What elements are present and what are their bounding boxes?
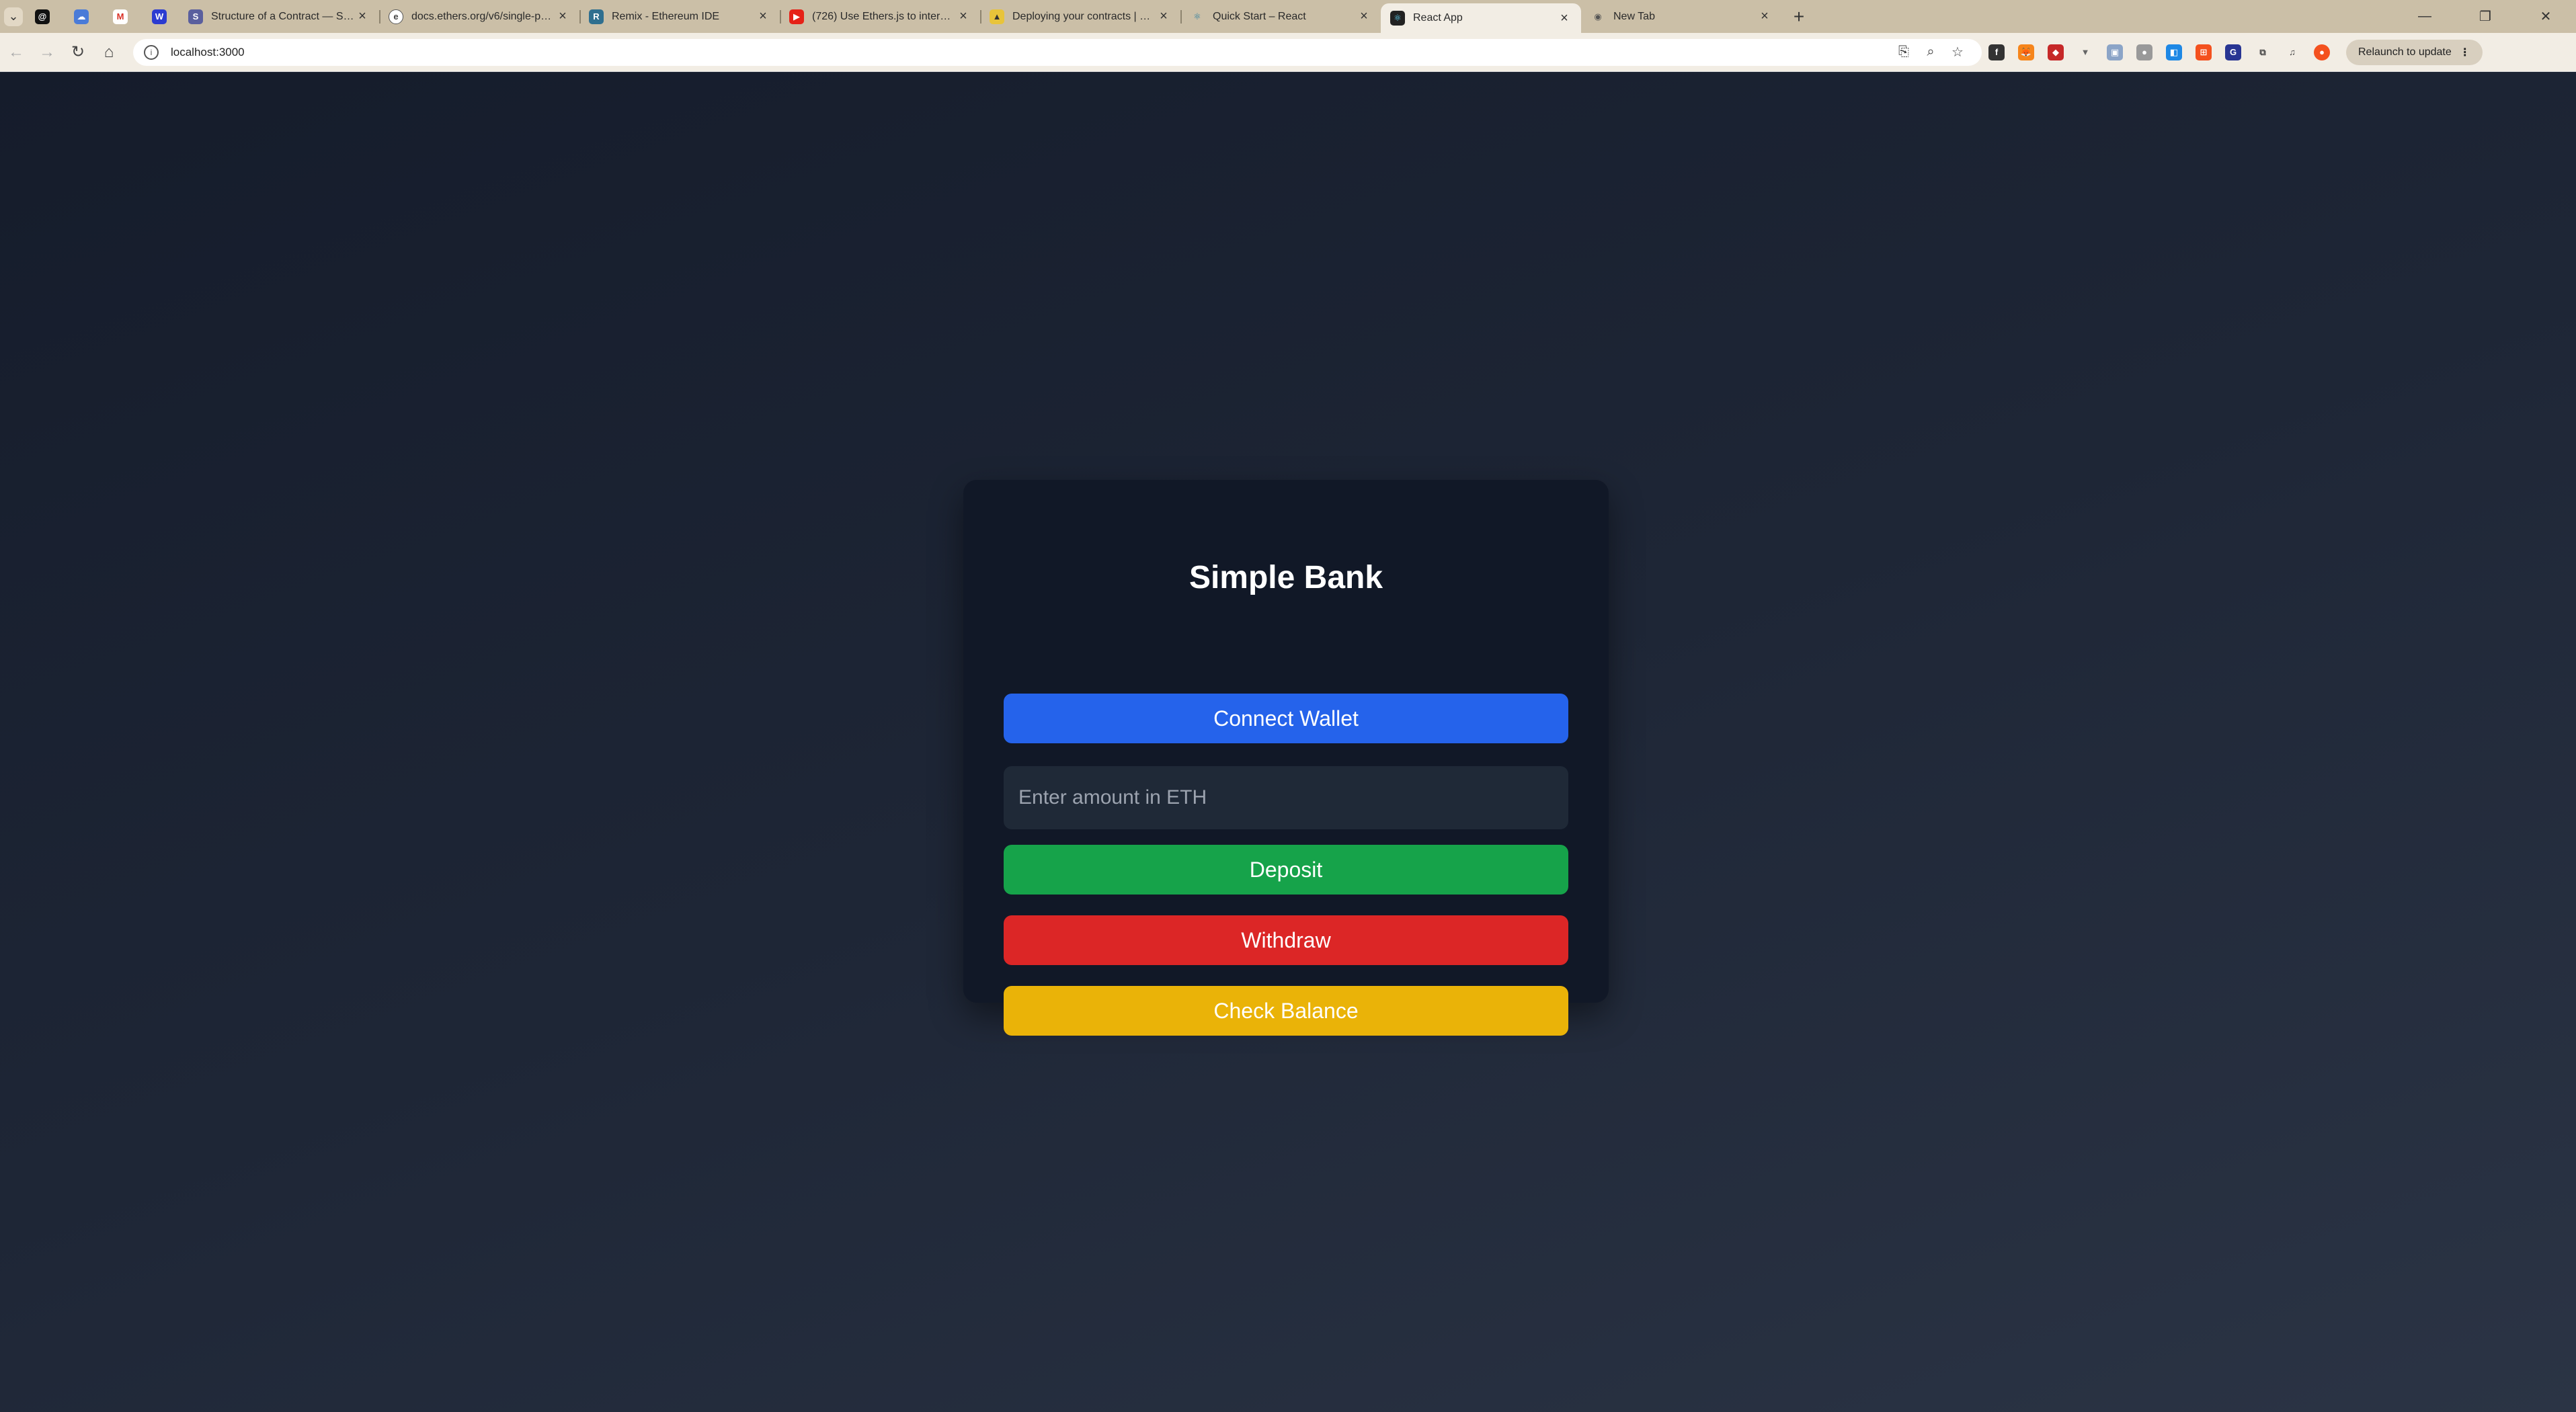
check-balance-button[interactable]: Check Balance — [1004, 986, 1568, 1036]
tab-title: (726) Use Ethers.js to interact with — [812, 10, 956, 22]
pinned-tab-threads[interactable]: @ — [23, 3, 62, 30]
relaunch-label: Relaunch to update — [2358, 46, 2452, 58]
gray-extension-icon: ● — [2136, 44, 2152, 60]
tab-title: Remix - Ethereum IDE — [612, 10, 720, 22]
tab-title: Structure of a Contract — Solidity — [211, 10, 355, 22]
chrome-icon: ◉ — [1594, 11, 1602, 22]
page-title: Simple Bank — [1189, 560, 1383, 595]
puzzle-icon: ⧉ — [2259, 46, 2266, 57]
close-icon[interactable]: × — [756, 9, 770, 24]
tab-search-button[interactable]: ⌄ — [4, 7, 23, 26]
forward-icon[interactable]: → — [32, 38, 62, 67]
extension-metamask[interactable]: 🦊 — [2011, 38, 2041, 67]
react-icon: ⚛ — [1193, 11, 1201, 22]
withdraw-button[interactable]: Withdraw — [1004, 915, 1568, 965]
extensions-puzzle[interactable]: ⧉ — [2248, 38, 2278, 67]
close-icon[interactable]: × — [956, 9, 971, 24]
remix-icon: R — [589, 9, 604, 24]
tab-title: Deploying your contracts | Ethers — [1012, 10, 1156, 22]
tab-hardhat[interactable]: ▲ Deploying your contracts | Ethers × — [980, 3, 1180, 30]
tab-react-quickstart[interactable]: ⚛ Quick Start – React × — [1180, 3, 1381, 30]
tab-new-tab[interactable]: ◉ New Tab × — [1581, 3, 1781, 30]
tab-react-app[interactable]: ⚛ React App × — [1381, 3, 1581, 33]
tab-youtube[interactable]: ▶ (726) Use Ethers.js to interact with × — [780, 3, 980, 30]
extension-json[interactable]: f — [1982, 38, 2011, 67]
browser-toolbar: ← → ↻ ⌂ i localhost:3000 ⎘ ⌕ ☆ f 🦊 ◆ ▼ ▣… — [0, 33, 2576, 72]
avatar: ● — [2314, 44, 2330, 60]
bookmark-star-icon[interactable]: ☆ — [1944, 44, 1971, 60]
extension-orange[interactable]: ⊞ — [2189, 38, 2218, 67]
pinned-tab-app[interactable]: W — [140, 3, 179, 30]
app-icon: W — [152, 9, 167, 24]
extension-navy[interactable]: G — [2218, 38, 2248, 67]
relaunch-button[interactable]: Relaunch to update ⋮ — [2346, 39, 2483, 65]
browser-tab-strip: ⌄ @ ☁ M W S Structure of a Contract — So… — [0, 0, 2576, 33]
minimize-icon[interactable]: — — [2394, 0, 2455, 33]
react-icon: ⚛ — [1390, 11, 1405, 26]
zoom-icon[interactable]: ⌕ — [1917, 44, 1944, 60]
json-icon: f — [1988, 44, 2005, 60]
amount-input[interactable] — [1004, 766, 1568, 829]
close-icon[interactable]: × — [1357, 9, 1371, 24]
extension-gray[interactable]: ● — [2130, 38, 2159, 67]
media-controls[interactable]: ♫ — [2278, 38, 2307, 67]
page-background: Simple Bank Connect Wallet Deposit Withd… — [0, 73, 2576, 1412]
media-icon: ♫ — [2289, 47, 2296, 57]
install-app-icon[interactable]: ⎘ — [1890, 44, 1917, 60]
close-icon[interactable]: × — [1757, 9, 1772, 24]
pinned-tab-cloud[interactable]: ☁ — [62, 3, 101, 30]
restore-icon[interactable]: ❐ — [2455, 0, 2515, 33]
reload-icon[interactable]: ↻ — [63, 38, 93, 67]
extension-wallet[interactable]: ▣ — [2100, 38, 2130, 67]
hardhat-icon: ▲ — [990, 9, 1004, 24]
new-tab-button[interactable]: + — [1785, 6, 1812, 28]
blue-extension-icon: ◧ — [2166, 44, 2182, 60]
bank-card: Simple Bank Connect Wallet Deposit Withd… — [963, 480, 1609, 1036]
url-text[interactable]: localhost:3000 — [171, 46, 1890, 59]
back-icon[interactable]: ← — [1, 38, 31, 67]
pinned-tab-gmail[interactable]: M — [101, 3, 140, 30]
close-icon[interactable]: × — [1557, 11, 1572, 26]
youtube-icon: ▶ — [789, 9, 804, 24]
close-icon[interactable]: × — [555, 9, 570, 24]
extension-blue[interactable]: ◧ — [2159, 38, 2189, 67]
solidity-icon: S — [188, 9, 203, 24]
tab-solidity[interactable]: S Structure of a Contract — Solidity × — [179, 3, 379, 30]
gmail-icon: M — [113, 9, 128, 24]
deposit-button[interactable]: Deposit — [1004, 845, 1568, 895]
tab-title: React App — [1413, 12, 1463, 24]
profile-button[interactable]: ● — [2307, 38, 2337, 67]
window-controls: — ❐ ✕ — [2394, 0, 2576, 33]
navy-extension-icon: G — [2225, 44, 2241, 60]
close-icon[interactable]: × — [355, 9, 370, 24]
address-bar[interactable]: i localhost:3000 ⎘ ⌕ ☆ — [133, 38, 1982, 66]
tab-title: Quick Start – React — [1213, 10, 1306, 22]
site-info-icon[interactable]: i — [144, 44, 159, 60]
close-window-icon[interactable]: ✕ — [2515, 0, 2576, 33]
threads-icon: @ — [35, 9, 50, 24]
connect-wallet-button[interactable]: Connect Wallet — [1004, 694, 1568, 743]
metamask-icon: 🦊 — [2018, 44, 2034, 60]
menu-dots-icon: ⋮ — [2459, 46, 2470, 58]
tab-ethers-docs[interactable]: e docs.ethers.org/v6/single-page × — [379, 3, 579, 30]
tab-remix[interactable]: R Remix - Ethereum IDE × — [579, 3, 780, 30]
extension-red[interactable]: ◆ — [2041, 38, 2070, 67]
filter-icon: ▼ — [2081, 47, 2090, 57]
extension-filter[interactable]: ▼ — [2070, 38, 2100, 67]
ethers-icon: e — [389, 9, 403, 24]
home-icon[interactable]: ⌂ — [94, 38, 124, 67]
red-extension-icon: ◆ — [2048, 44, 2064, 60]
cloud-icon: ☁ — [74, 9, 89, 24]
wallet-icon: ▣ — [2107, 44, 2123, 60]
tab-title: docs.ethers.org/v6/single-page — [411, 10, 555, 22]
orange-extension-icon: ⊞ — [2196, 44, 2212, 60]
close-icon[interactable]: × — [1156, 9, 1171, 24]
tab-title: New Tab — [1613, 10, 1655, 22]
